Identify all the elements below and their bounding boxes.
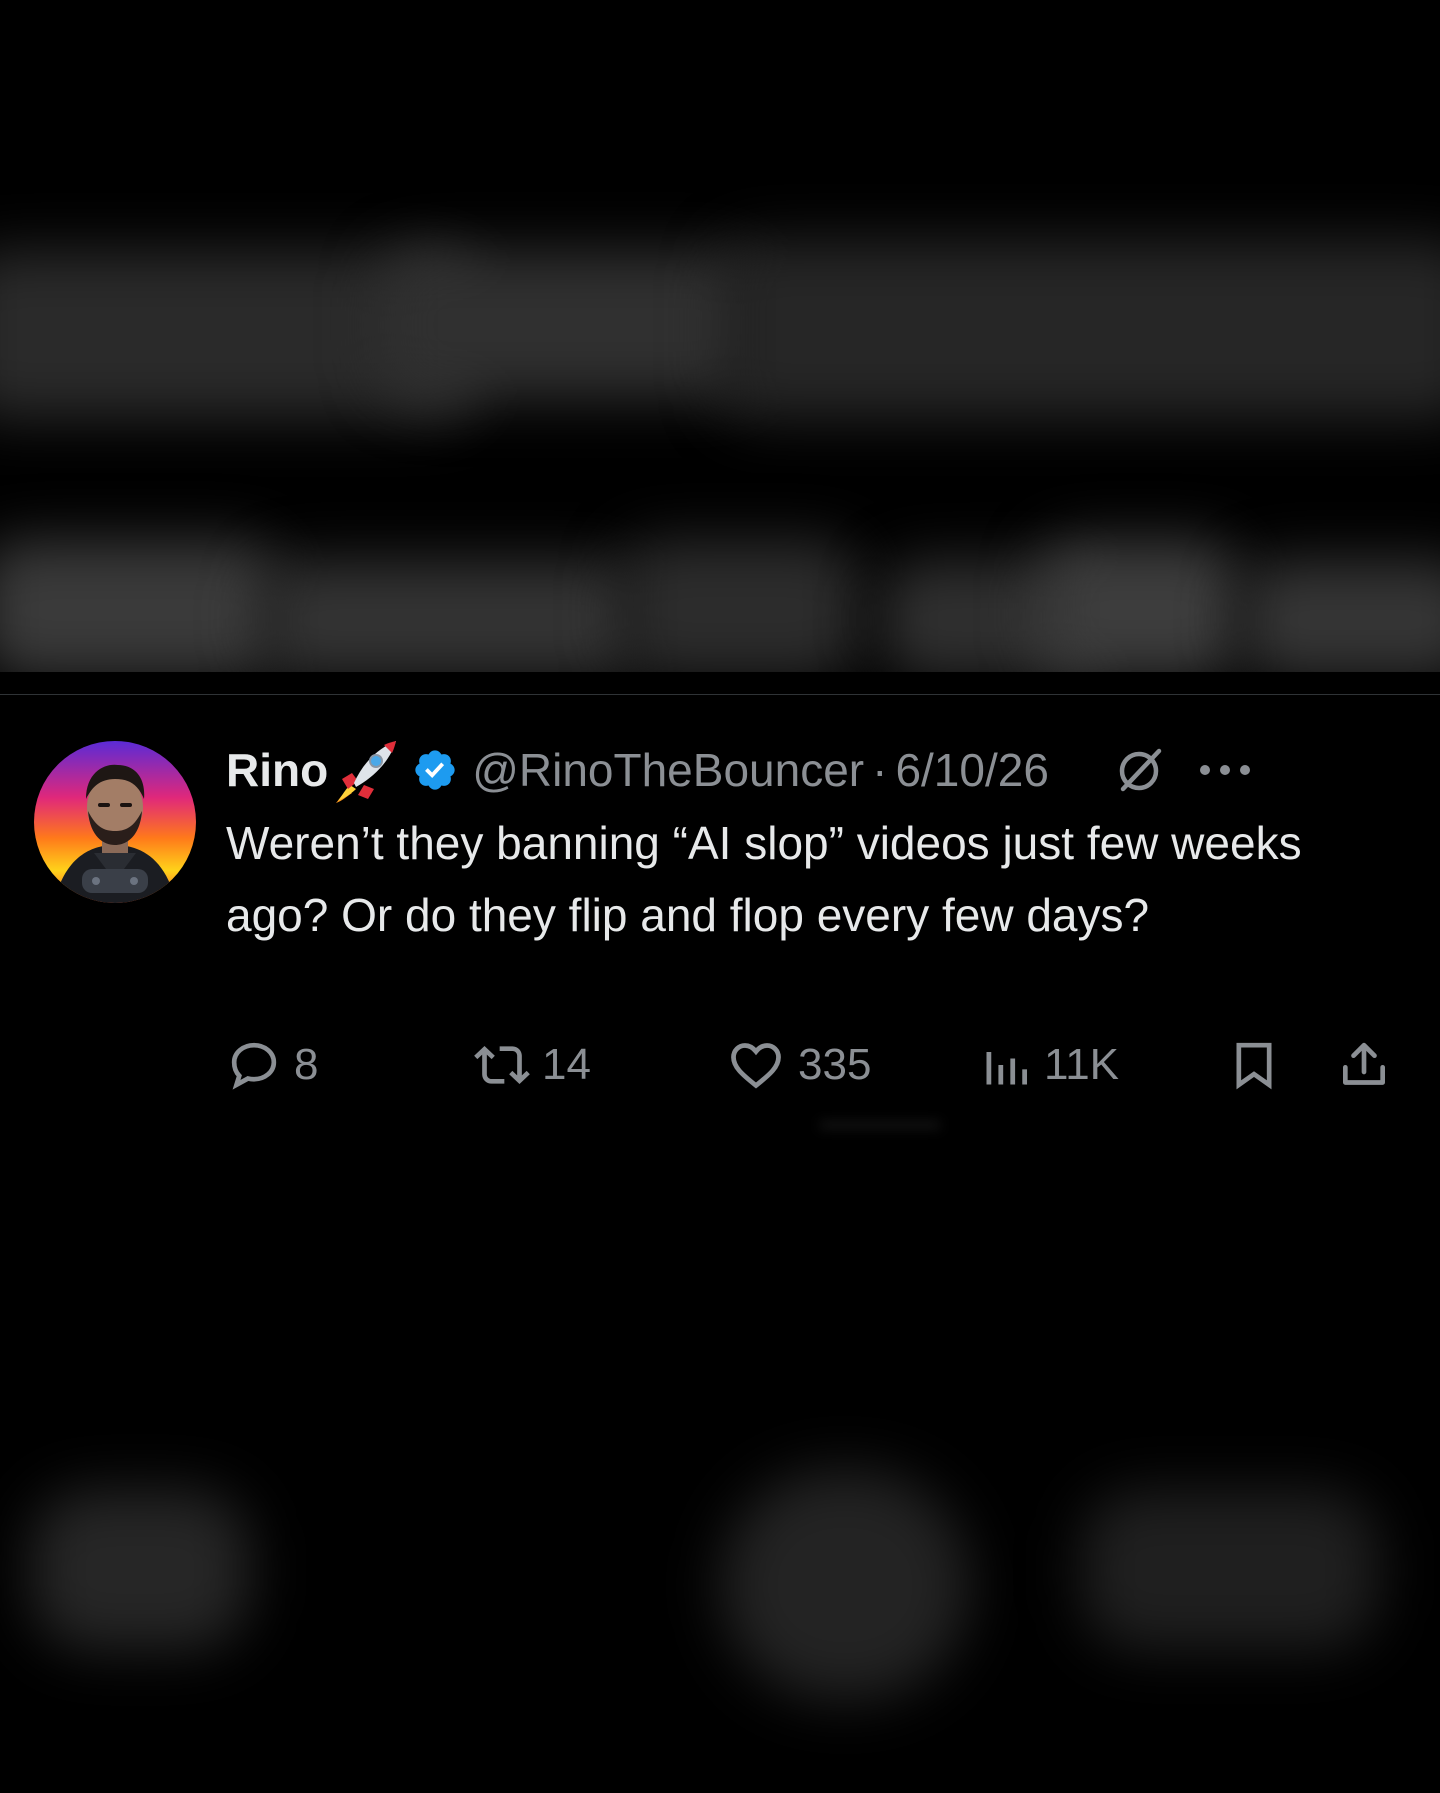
blur-edge <box>0 672 1440 696</box>
reply-button[interactable]: 8 <box>226 1035 318 1095</box>
rocket-emoji-icon <box>332 735 402 805</box>
views-count: 11K <box>1044 1040 1120 1089</box>
blurred-shape <box>0 540 280 672</box>
blurred-shape <box>720 240 1440 420</box>
display-name[interactable]: Rino <box>226 743 328 797</box>
blurred-content-top <box>0 0 1440 672</box>
tweet[interactable]: Rino @RinoTheBouncer · 6/10/26 Weren’t t… <box>0 695 1440 1125</box>
repost-icon <box>474 1046 530 1084</box>
blurred-shape <box>260 560 640 672</box>
reply-icon <box>231 1042 277 1090</box>
blurred-shape <box>1080 1490 1380 1650</box>
blurred-content-bottom <box>0 1400 1440 1793</box>
blurred-shape <box>820 1122 940 1128</box>
like-count: 335 <box>798 1040 872 1089</box>
blurred-shape <box>30 1490 250 1650</box>
more-icon[interactable] <box>1197 760 1253 780</box>
views-icon <box>986 1052 1028 1085</box>
reply-count: 8 <box>294 1040 319 1089</box>
page: Rino @RinoTheBouncer · 6/10/26 Weren’t t… <box>0 0 1440 1793</box>
avatar[interactable] <box>34 741 196 903</box>
repost-count: 14 <box>542 1040 591 1089</box>
like-button[interactable]: 335 <box>726 1035 871 1095</box>
bookmark-icon <box>1236 1042 1272 1090</box>
repost-button[interactable]: 14 <box>474 1035 591 1095</box>
blurred-shape <box>1040 540 1240 672</box>
share-button[interactable] <box>1336 1035 1392 1095</box>
blurred-shape <box>1240 560 1440 672</box>
views-button[interactable]: 11K <box>980 1035 1119 1095</box>
tweet-text: Weren’t they banning “AI slop” videos ju… <box>226 817 1302 941</box>
separator-dot: · <box>872 744 888 796</box>
user-handle[interactable]: @RinoTheBouncer <box>472 743 864 797</box>
blurred-shape <box>620 540 860 672</box>
bookmark-button[interactable] <box>1226 1035 1282 1095</box>
grok-icon[interactable] <box>1113 743 1167 797</box>
tweet-date[interactable]: 6/10/26 <box>895 743 1048 797</box>
tweet-body: Rino @RinoTheBouncer · 6/10/26 Weren’t t… <box>226 735 1416 951</box>
share-icon <box>1343 1042 1385 1085</box>
heart-icon <box>731 1043 781 1089</box>
verified-badge-icon <box>412 747 458 793</box>
tweet-header: Rino @RinoTheBouncer · 6/10/26 <box>226 735 1416 805</box>
blurred-shape <box>380 250 760 400</box>
action-bar: 8 14 335 11K <box>226 1035 1416 1095</box>
blurred-shape <box>720 1470 970 1700</box>
